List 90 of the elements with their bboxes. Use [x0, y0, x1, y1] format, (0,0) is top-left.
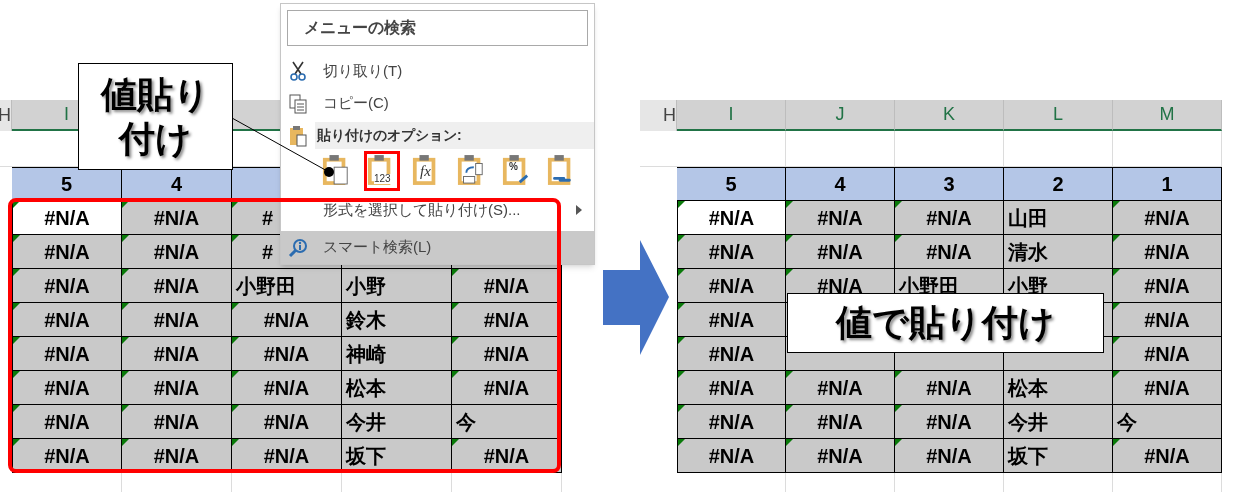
table-cell: #N/A: [677, 235, 786, 269]
table-cell: #N/A: [452, 303, 562, 337]
row-header-stub: H: [640, 100, 677, 131]
table-header-cell: 3: [895, 167, 1004, 201]
table-cell: 小野: [342, 269, 452, 303]
search-field[interactable]: メニューの検索: [287, 10, 588, 46]
table-cell: #N/A: [12, 269, 122, 303]
scissors-icon: [289, 60, 307, 81]
clipboard-icon: [289, 124, 307, 147]
table-cell: #N/A: [232, 337, 342, 371]
paste-option-button[interactable]: %: [499, 151, 535, 192]
table-cell: #N/A: [677, 303, 786, 337]
table-cell: 今井: [342, 405, 452, 439]
table-cell: #N/A: [232, 303, 342, 337]
table-cell: #N/A: [1113, 201, 1222, 235]
table-cell: 神崎: [342, 337, 452, 371]
column-header: I: [677, 100, 786, 131]
right-arrow-icon: [603, 240, 669, 355]
column-header: K: [895, 100, 1004, 131]
table-cell: 山田: [1004, 201, 1113, 235]
table-cell: 松本: [342, 371, 452, 405]
table-cell: #N/A: [1113, 337, 1222, 371]
table-cell: #N/A: [786, 439, 895, 473]
table-cell: #N/A: [122, 337, 232, 371]
table-cell: #N/A: [895, 405, 1004, 439]
table-cell: #N/A: [786, 235, 895, 269]
table-cell: #N/A: [677, 337, 786, 371]
table-cell: #N/A: [677, 439, 786, 473]
search-icon: [288, 237, 308, 258]
table-cell: #N/A: [12, 303, 122, 337]
table-cell: #N/A: [677, 269, 786, 303]
table-cell: #N/A: [895, 439, 1004, 473]
table-cell: #N/A: [12, 371, 122, 405]
table-cell: #N/A: [12, 235, 122, 269]
clipboard-icon: [502, 154, 530, 187]
table-cell: #N/A: [677, 405, 786, 439]
table-cell: 坂下: [1004, 439, 1113, 473]
column-header: J: [786, 100, 895, 131]
table-cell: #N/A: [122, 201, 232, 235]
paste-option-button[interactable]: fx: [409, 151, 445, 192]
table-cell: #N/A: [895, 371, 1004, 405]
table-cell: #N/A: [452, 337, 562, 371]
table-cell: #N/A: [1113, 371, 1222, 405]
table-cell: #N/A: [1113, 269, 1222, 303]
callout-text: 付け: [119, 116, 192, 161]
table-cell: 清水: [1004, 235, 1113, 269]
callout-text: 値で貼り付け: [836, 301, 1055, 345]
copy-icon: [289, 93, 307, 114]
table-cell: #N/A: [677, 201, 786, 235]
menu-item[interactable]: スマート検索(L): [281, 231, 594, 264]
table-header-cell: 5: [12, 167, 122, 201]
table-cell: 小野田: [232, 269, 342, 303]
table-cell: 今: [1113, 405, 1222, 439]
table-cell: 鈴木: [342, 303, 452, 337]
table-cell: #N/A: [232, 371, 342, 405]
table-cell: 松本: [1004, 371, 1113, 405]
table-cell: #N/A: [1113, 439, 1222, 473]
table-cell: #N/A: [122, 303, 232, 337]
submenu-arrow-icon: [576, 205, 582, 216]
table-cell: 今井: [1004, 405, 1113, 439]
table-cell: #N/A: [122, 371, 232, 405]
table-cell: #N/A: [122, 405, 232, 439]
table-cell: #N/A: [12, 405, 122, 439]
table-cell: #N/A: [895, 235, 1004, 269]
table-cell: #N/A: [786, 201, 895, 235]
column-header: L: [1004, 100, 1113, 131]
clipboard-icon: [457, 154, 485, 187]
table-cell: #N/A: [786, 371, 895, 405]
table-cell: #N/A: [452, 371, 562, 405]
menu-item[interactable]: 切り取り(T): [281, 53, 594, 88]
table-cell: #N/A: [122, 235, 232, 269]
table-header-cell: 2: [1004, 167, 1113, 201]
row-header-stub: H: [0, 100, 12, 131]
menu-item[interactable]: コピー(C): [281, 87, 594, 120]
table-cell: 今: [452, 405, 562, 439]
table-cell: #N/A: [895, 201, 1004, 235]
menu-section-header: 貼り付けのオプション:: [315, 121, 594, 150]
table-cell: #N/A: [1113, 303, 1222, 337]
table-cell: #N/A: [1113, 235, 1222, 269]
table-cell: #N/A: [677, 371, 786, 405]
table-header-cell: 4: [786, 167, 895, 201]
paste-option-button[interactable]: 123: [364, 151, 400, 192]
table-cell: #N/A: [232, 405, 342, 439]
table-cell: #N/A: [786, 405, 895, 439]
column-header: M: [1113, 100, 1222, 131]
table-cell: #N/A: [122, 269, 232, 303]
table-header-cell: 1: [1113, 167, 1222, 201]
table-cell: #N/A: [12, 337, 122, 371]
table-header-cell: 5: [677, 167, 786, 201]
table-cell: #N/A: [452, 269, 562, 303]
